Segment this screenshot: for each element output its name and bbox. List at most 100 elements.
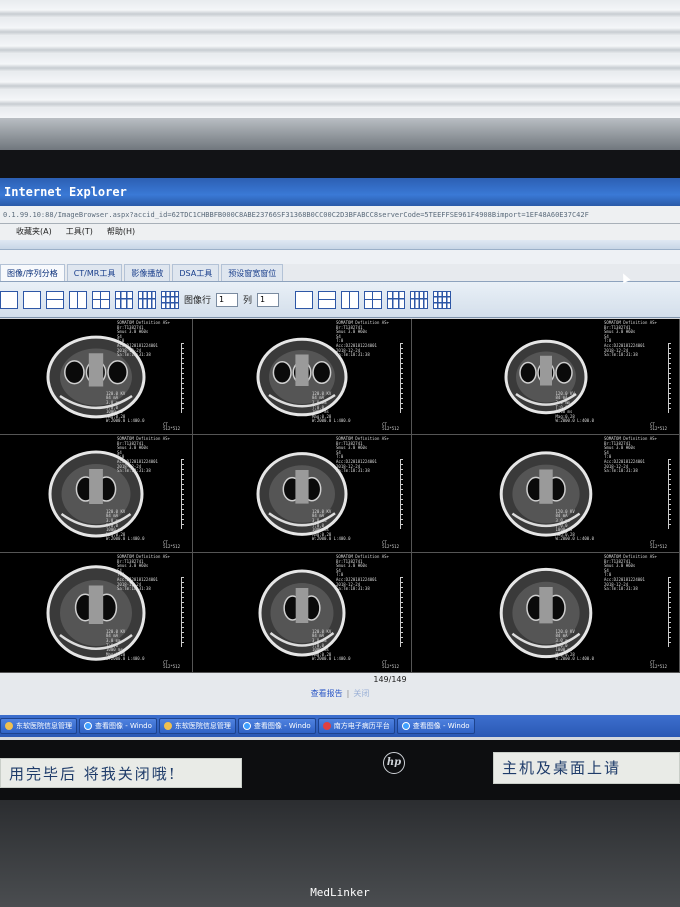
tab-ct-mr-tools[interactable]: CT/MR工具 [66,264,123,281]
layout-2x2-icon[interactable] [92,290,110,309]
scale-ruler [181,459,184,529]
col-label: 列 [243,296,253,306]
folder-icon [5,722,13,730]
dicom-params-text: 120.0 KV 84 mA 3.0 mm T:0.0 1000 ms Mag:… [106,390,145,424]
photo-scene: Internet Explorer 0.1.99.10:88/ImageBrow… [0,0,680,907]
tab-dsa-tools[interactable]: DSA工具 [172,264,220,281]
dicom-modality-text: CT 512*512 [382,659,399,670]
scale-ruler [668,459,671,529]
series-layout-2x3-icon[interactable] [387,290,406,309]
ct-image-cell[interactable]: SOMATOM Definition AS+ Br:T1382741 Smus … [412,553,680,673]
app-icon [322,722,331,730]
series-layout-2x2-icon[interactable] [364,290,383,309]
window-title-bar: Internet Explorer [0,178,680,206]
layout-2x4-icon[interactable] [138,290,156,309]
ct-image-cell[interactable]: SOMATOM Definition AS+ Br:T1382741 Smus … [0,319,193,435]
dicom-modality-text: CT 512*512 [163,539,180,550]
ct-image-cell[interactable]: SOMATOM Definition AS+ Br:T1382741 Smus … [412,435,680,553]
series-layout-1x1-icon[interactable] [295,290,314,309]
dicom-header-text: SOMATOM Definition AS+ Br:T1382741 Smus … [336,554,389,592]
dicom-header-text: SOMATOM Definition AS+ Br:T1382741 Smus … [117,320,170,358]
scale-ruler [400,577,403,647]
dicom-modality-text: CT 512*512 [163,421,180,432]
taskbar-item-viewer-2[interactable]: 查看图像 - Windo [237,718,316,734]
dicom-modality-text: CT 512*512 [650,659,667,670]
dicom-header-text: SOMATOM Definition AS+ Br:T1382741 Smus … [117,554,170,592]
layout-2x1-icon[interactable] [46,290,64,309]
ct-image-cell[interactable]: SOMATOM Definition AS+ Br:T1382741 Smus … [193,435,412,553]
series-layout-3x4-icon[interactable] [433,290,452,309]
scale-ruler [400,459,403,529]
browser-screen: Internet Explorer 0.1.99.10:88/ImageBrow… [0,178,680,740]
folder-icon [163,722,172,730]
series-layout-2x4-icon[interactable] [410,290,429,309]
watermark: MedLinker [310,886,370,899]
ct-image-cell[interactable]: SOMATOM Definition AS+ Br:T1382741 Smus … [0,553,193,673]
menu-help[interactable]: 帮助(H) [107,224,135,240]
row-select[interactable]: 1 [216,292,239,307]
report-link-bar: 查看报告 | 关闭 [0,687,680,701]
dicom-header-text: SOMATOM Definition AS+ Br:T1382741 Smus … [604,320,657,358]
series-layout-2x1-icon[interactable] [318,290,337,309]
page-footer-space [0,701,680,715]
dicom-header-text: SOMATOM Definition AS+ Br:T1382741 Smus … [336,436,389,474]
windows-taskbar: 东软医院信息管理 查看图像 - Windo 东软医院信息管理 查看图像 - Wi… [0,715,680,737]
image-grid: SOMATOM Definition AS+ Br:T1382741 Smus … [0,319,680,673]
address-bar[interactable]: 0.1.99.10:88/ImageBrowser.aspx?accid_id=… [0,206,680,224]
sticky-note-left: 用完毕后 将我关闭哦! [0,758,242,788]
taskbar-item-viewer-1[interactable]: 查看图像 - Windo [79,718,157,734]
dicom-params-text: 120.0 KV 84 mA 3.0 mm T:0.0 1000 ms Mag:… [106,508,145,542]
viewer-tab-strip: 图像/序列分格 CT/MR工具 影像播放 DSA工具 预设窗宽窗位 [0,264,680,282]
dicom-params-text: 120.0 KV 84 mA 3.0 mm T:0.0 1000 ms Mag:… [312,390,351,424]
sticky-note-right: 主机及桌面上请 [493,752,680,784]
command-bar [0,240,680,250]
col-select[interactable]: 1 [257,292,280,307]
ie-icon [401,722,410,730]
view-report-link[interactable]: 查看报告 [311,689,343,698]
scale-ruler [668,577,671,647]
dicom-modality-text: CT 512*512 [650,421,667,432]
layout-toolbar: 图像行 1 列 1 [0,282,680,318]
close-link[interactable]: 关闭 [353,689,369,698]
ct-image-cell[interactable]: SOMATOM Definition AS+ Br:T1382741 Smus … [193,553,412,673]
ct-image-cell[interactable]: SOMATOM Definition AS+ Br:T1382741 Smus … [0,435,193,553]
taskbar-item-his-2[interactable]: 东软医院信息管理 [158,718,236,734]
taskbar-item-viewer-3[interactable]: 查看图像 - Windo [396,718,475,734]
tab-image-playback[interactable]: 影像播放 [124,264,171,281]
window-title: Internet Explorer [4,185,127,199]
dicom-modality-text: CT 512*512 [650,539,667,550]
dicom-params-text: 120.0 KV 84 mA 3.0 mm T:0.0 1000 ms Mag:… [106,628,145,662]
menu-bar: 收藏夹(A) 工具(T) 帮助(H) [0,224,680,240]
layout-3x4-icon[interactable] [161,290,179,309]
series-layout-1x2-icon[interactable] [341,290,360,309]
layout-1x1-icon[interactable] [0,290,18,309]
ct-image-cell[interactable]: SOMATOM Definition AS+ Br:T1382741 Smus … [193,319,412,435]
scale-ruler [181,343,184,413]
dicom-header-text: SOMATOM Definition AS+ Br:T1382741 Smus … [336,320,389,358]
tab-image-layout[interactable]: 图像/序列分格 [0,264,65,281]
scale-ruler [668,343,671,413]
page-header-gap [0,250,680,264]
dicom-modality-text: CT 512*512 [382,539,399,550]
row-label: 图像行 [184,296,212,306]
layout-2x3-icon[interactable] [115,290,133,309]
dicom-modality-text: CT 512*512 [163,659,180,670]
dicom-params-text: 120.0 KV 84 mA 3.0 mm T:0.0 1000 ms Mag:… [555,628,595,662]
page-indicator-bar: 149/149 [0,673,680,687]
page-indicator: 149/149 [373,675,407,684]
tab-window-presets[interactable]: 预设窗宽窗位 [221,264,284,281]
hp-logo-icon: hp [383,752,405,774]
dicom-params-text: 120.0 KV 84 mA 3.0 mm T:0.0 1000 ms Mag:… [555,390,595,424]
dicom-params-text: 120.0 KV 84 mA 3.0 mm T:0.0 1000 ms Mag:… [312,628,351,662]
ie-icon [242,722,251,730]
layout-1x1-alt-icon[interactable] [23,290,41,309]
dicom-header-text: SOMATOM Definition AS+ Br:T1382741 Smus … [604,554,657,592]
layout-1x2-icon[interactable] [69,290,87,309]
dicom-modality-text: CT 512*512 [382,421,399,432]
menu-tools[interactable]: 工具(T) [66,224,93,240]
taskbar-item-emr[interactable]: 南方电子病历平台 [317,718,395,734]
menu-favorites[interactable]: 收藏夹(A) [16,224,52,240]
address-url: 0.1.99.10:88/ImageBrowser.aspx?accid_id=… [3,211,589,219]
taskbar-item-his-1[interactable]: 东软医院信息管理 [0,718,77,734]
ct-image-cell[interactable]: SOMATOM Definition AS+ Br:T1382741 Smus … [412,319,680,435]
